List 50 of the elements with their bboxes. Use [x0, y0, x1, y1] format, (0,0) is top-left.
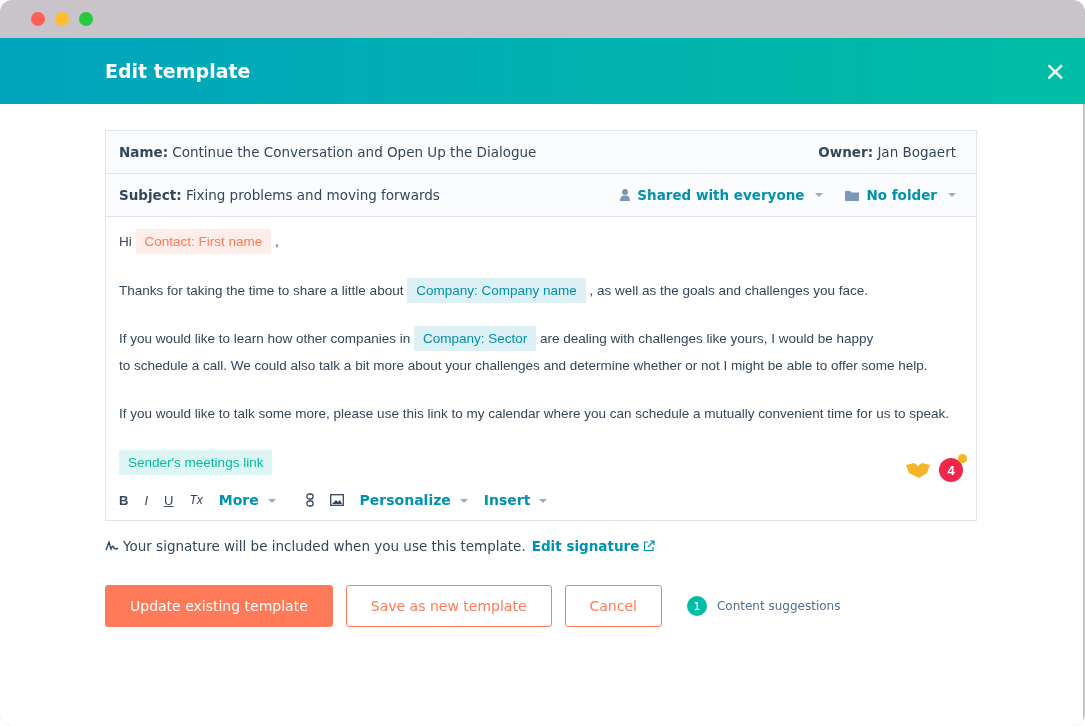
primary-button[interactable]: Update existing template [105, 585, 333, 627]
personalization-token[interactable]: Contact: First name [135, 229, 272, 254]
signature-note: Your signature will be included when you use this template. [123, 538, 526, 554]
format-button[interactable]: I [144, 492, 148, 508]
edit-signature-link[interactable]: Edit signature [531, 538, 640, 554]
body-text: , as well as the goals and challenges you face. [589, 282, 868, 298]
toolbar-menu[interactable]: Insert [483, 492, 548, 508]
signature-icon [105, 541, 119, 551]
template-subject: Subject: Fixing problems and moving forwards [119, 187, 440, 203]
sharing-dropdown[interactable]: Shared with everyone [620, 187, 824, 203]
toolbar-menu[interactable]: More [218, 492, 276, 508]
body-text: to schedule a call. We could also talk a bit more about your challenges and determine whether or not I might be able to offer [119, 357, 858, 373]
link-icon[interactable] [305, 493, 314, 507]
person-icon [620, 189, 631, 201]
template-owner: Owner: Jan Bogaert [818, 144, 956, 160]
body-text: are dealing with challenges like yours, I would be happy [540, 331, 874, 346]
caret-icon [815, 193, 824, 197]
body-text: If you would like to talk some more, please use this link to my calendar where you can schedule a mutually convenient time for [119, 406, 873, 421]
format-button[interactable]: U [164, 492, 174, 508]
body-text: us to speak. [876, 406, 949, 421]
external-link-icon [643, 540, 656, 552]
personalization-token[interactable]: Company: Sector [413, 326, 537, 351]
format-button[interactable]: B [119, 492, 129, 508]
body-text: some help. [861, 357, 928, 373]
body-text: Thanks for taking the time to share a little about [119, 282, 404, 298]
close-window-button[interactable] [31, 12, 45, 26]
secondary-button[interactable]: Save as new template [345, 585, 552, 627]
body-text: , [275, 234, 279, 249]
format-button[interactable]: Tx [189, 493, 203, 507]
minimize-window-button[interactable] [55, 12, 69, 26]
handshake-icon[interactable] [905, 461, 931, 479]
template-name: Name: Continue the Conversation and Open Up the Dialogue [119, 144, 537, 160]
body-text: If you would like to learn how other companies in [119, 331, 411, 346]
folder-dropdown[interactable]: No folder [845, 187, 956, 203]
folder-icon [845, 189, 860, 201]
personalization-token[interactable]: Sender's meetings link [119, 449, 273, 475]
dialog-title: Edit template [105, 60, 251, 82]
caret-icon [267, 499, 276, 503]
personalization-token[interactable]: Company: Company name [407, 277, 586, 303]
content-suggestions-link[interactable]: Content suggestions [716, 599, 841, 613]
close-button[interactable]: × [1045, 54, 1065, 88]
body-text: Hi [119, 234, 132, 249]
maximize-window-button[interactable] [79, 12, 93, 26]
image-icon[interactable] [329, 494, 344, 506]
caret-icon [948, 193, 956, 197]
caret-icon [459, 499, 468, 503]
toolbar-menu[interactable]: Personalize [359, 492, 468, 508]
suggestion-count: 1 [686, 596, 707, 616]
secondary-button[interactable]: Cancel [564, 585, 662, 627]
caret-icon [539, 499, 548, 503]
